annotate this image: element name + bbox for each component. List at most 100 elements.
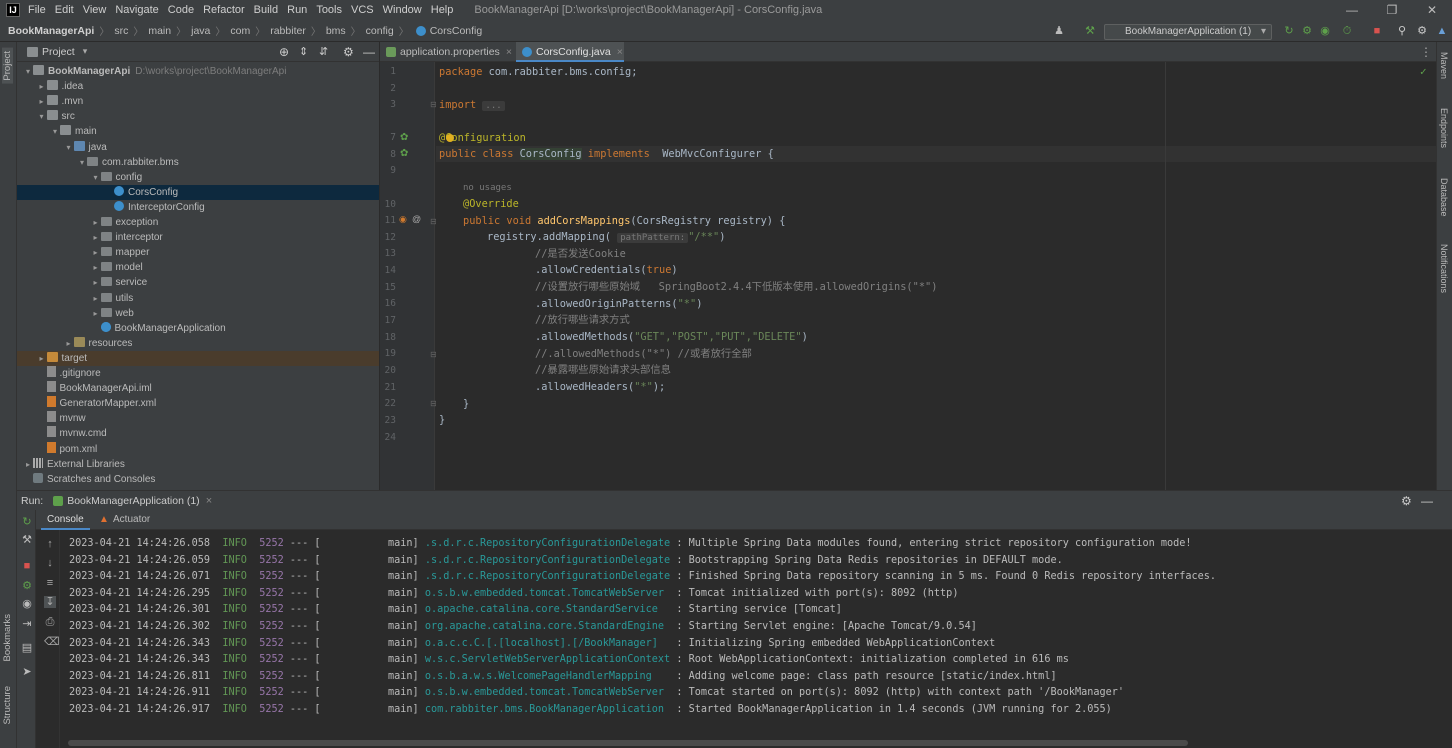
tree-item[interactable]: ▸ model [17, 260, 379, 275]
ide-update-icon[interactable]: ▲ [1435, 24, 1449, 38]
chevron-right-icon[interactable]: ▸ [91, 245, 101, 260]
hide-panel-icon[interactable]: — [1421, 494, 1433, 508]
tree-item[interactable]: ▸ service [17, 275, 379, 290]
run-config-tab[interactable]: BookManagerApplication (1) [67, 495, 200, 507]
close-tab-icon[interactable]: × [206, 495, 212, 507]
layout-icon[interactable]: ▤ [21, 642, 33, 654]
tree-item[interactable]: mvnw [17, 411, 379, 426]
structure-tool-tab[interactable]: Structure [2, 686, 13, 725]
breadcrumb-project[interactable]: BookManagerApi [8, 25, 94, 37]
rerun-icon[interactable]: ↻ [21, 516, 33, 528]
tree-item[interactable]: ▾ config [17, 170, 379, 185]
menu-file[interactable]: File [28, 4, 46, 16]
tab-console[interactable]: Console [41, 510, 90, 530]
chevron-right-icon[interactable]: ▸ [37, 351, 47, 366]
restore-icon[interactable]: ❐ [1372, 0, 1412, 20]
menu-navigate[interactable]: Navigate [115, 4, 158, 16]
tree-item[interactable]: ▸ web [17, 306, 379, 321]
menu-refactor[interactable]: Refactor [203, 4, 245, 16]
rerun-icon[interactable]: ↻ [1282, 24, 1296, 38]
tree-item[interactable]: BookManagerApi.iml [17, 381, 379, 396]
settings-gear-icon[interactable]: ⚙ [1415, 24, 1429, 38]
tree-item[interactable]: ▸ interceptor [17, 230, 379, 245]
override-method-icon[interactable]: ◉ [399, 214, 407, 225]
tree-item[interactable]: pom.xml [17, 441, 379, 457]
breadcrumb-bms[interactable]: bms [326, 25, 346, 37]
menu-run[interactable]: Run [287, 4, 307, 16]
chevron-right-icon[interactable]: ▸ [23, 457, 33, 472]
maven-tool-tab[interactable]: Maven [1439, 52, 1449, 79]
tree-item[interactable]: BookManagerApplication [17, 321, 379, 336]
breadcrumb-corsconfig[interactable]: CorsConfig [430, 25, 483, 37]
tree-item[interactable]: ▾ com.rabbiter.bms [17, 155, 379, 170]
search-icon[interactable]: ⚲ [1395, 24, 1409, 38]
scroll-to-end-icon[interactable]: ↧ [44, 596, 56, 608]
chevron-right-icon[interactable]: ▸ [37, 94, 47, 109]
hide-panel-icon[interactable]: — [363, 45, 375, 59]
tree-item[interactable]: mvnw.cmd [17, 426, 379, 441]
chevron-down-icon[interactable]: ▾ [50, 124, 60, 139]
close-icon[interactable]: ✕ [1412, 0, 1452, 20]
breadcrumb-config[interactable]: config [366, 25, 394, 37]
horizontal-scrollbar[interactable] [68, 740, 1188, 746]
tree-item[interactable]: CorsConfig [17, 184, 379, 200]
tree-item[interactable]: ▾ main [17, 124, 379, 139]
coverage-icon[interactable]: ◉ [1318, 24, 1332, 38]
menu-window[interactable]: Window [383, 4, 422, 16]
chevron-right-icon[interactable]: ▸ [91, 260, 101, 275]
spring-bean-icon[interactable]: ✿ [400, 132, 408, 143]
tree-item[interactable]: InterceptorConfig [17, 200, 379, 215]
console-output[interactable]: 2023-04-21 14:24:26.058 INFO 5252 --- [ … [60, 530, 1436, 740]
camera-icon[interactable]: ◉ [21, 598, 33, 610]
close-tab-icon[interactable]: × [506, 46, 512, 58]
project-tool-tab[interactable]: Project [2, 48, 13, 84]
code-editor[interactable]: package com.rabbiter.bms.config; import … [436, 62, 1436, 490]
spring-bean-icon[interactable]: ✿ [400, 148, 408, 159]
breadcrumb-src[interactable]: src [114, 25, 128, 37]
scroll-down-icon[interactable]: ↓ [44, 557, 56, 569]
minimize-icon[interactable]: — [1332, 0, 1372, 20]
chevron-right-icon[interactable]: ▸ [91, 275, 101, 290]
chevron-down-icon[interactable]: ▾ [91, 170, 101, 185]
tree-item[interactable]: GeneratorMapper.xml [17, 396, 379, 411]
exit-icon[interactable]: ⇥ [21, 618, 33, 630]
stop-icon[interactable]: ■ [1370, 24, 1384, 38]
tree-item[interactable]: ▸ resources [17, 336, 379, 351]
breadcrumb-java[interactable]: java [191, 25, 210, 37]
scroll-up-icon[interactable]: ↑ [44, 538, 56, 550]
gear-icon[interactable]: ⚙ [1401, 494, 1412, 508]
tree-item[interactable]: ▾ java [17, 140, 379, 155]
tree-item[interactable]: ▾ src [17, 109, 379, 124]
chevron-right-icon[interactable]: ▸ [37, 79, 47, 94]
no-problems-check-icon[interactable]: ✓ [1420, 65, 1427, 78]
menu-vcs[interactable]: VCS [351, 4, 374, 16]
bookmarks-tool-tab[interactable]: Bookmarks [2, 614, 13, 662]
menu-view[interactable]: View [83, 4, 107, 16]
run-configuration-select[interactable]: BookManagerApplication (1) ▾ [1104, 24, 1272, 40]
chevron-down-icon[interactable]: ▾ [83, 46, 88, 57]
debug-icon[interactable]: ⚙ [1300, 24, 1314, 38]
menu-code[interactable]: Code [168, 4, 194, 16]
tree-item[interactable]: ▾ BookManagerApi D:\works\project\BookMana… [17, 64, 379, 79]
usages-hint[interactable]: no usages [463, 179, 512, 195]
menu-edit[interactable]: Edit [55, 4, 74, 16]
debug-bug-icon[interactable]: ⚙ [21, 580, 33, 592]
chevron-down-icon[interactable]: ▾ [23, 64, 33, 79]
tab-actuator[interactable]: Actuator [113, 510, 150, 530]
endpoints-tool-tab[interactable]: Endpoints [1439, 108, 1449, 148]
tab-application-properties[interactable]: application.properties × [380, 42, 514, 62]
build-hammer-icon[interactable]: ⚒ [1083, 24, 1097, 38]
gear-icon[interactable]: ⚙ [343, 45, 354, 59]
close-tab-icon[interactable]: × [617, 46, 623, 58]
chevron-down-icon[interactable]: ▾ [37, 109, 47, 124]
breadcrumb-com[interactable]: com [230, 25, 250, 37]
tree-item[interactable]: .gitignore [17, 366, 379, 381]
tree-item[interactable]: ▸ .mvn [17, 94, 379, 109]
chevron-down-icon[interactable]: ▾ [77, 155, 87, 170]
menu-help[interactable]: Help [431, 4, 454, 16]
tree-item[interactable]: Scratches and Consoles [17, 472, 379, 487]
tree-item[interactable]: ▸ exception [17, 215, 379, 230]
collapse-all-icon[interactable]: ⇵ [319, 45, 328, 58]
notifications-tool-tab[interactable]: Notifications [1439, 244, 1449, 293]
stop-icon[interactable]: ■ [21, 560, 33, 572]
